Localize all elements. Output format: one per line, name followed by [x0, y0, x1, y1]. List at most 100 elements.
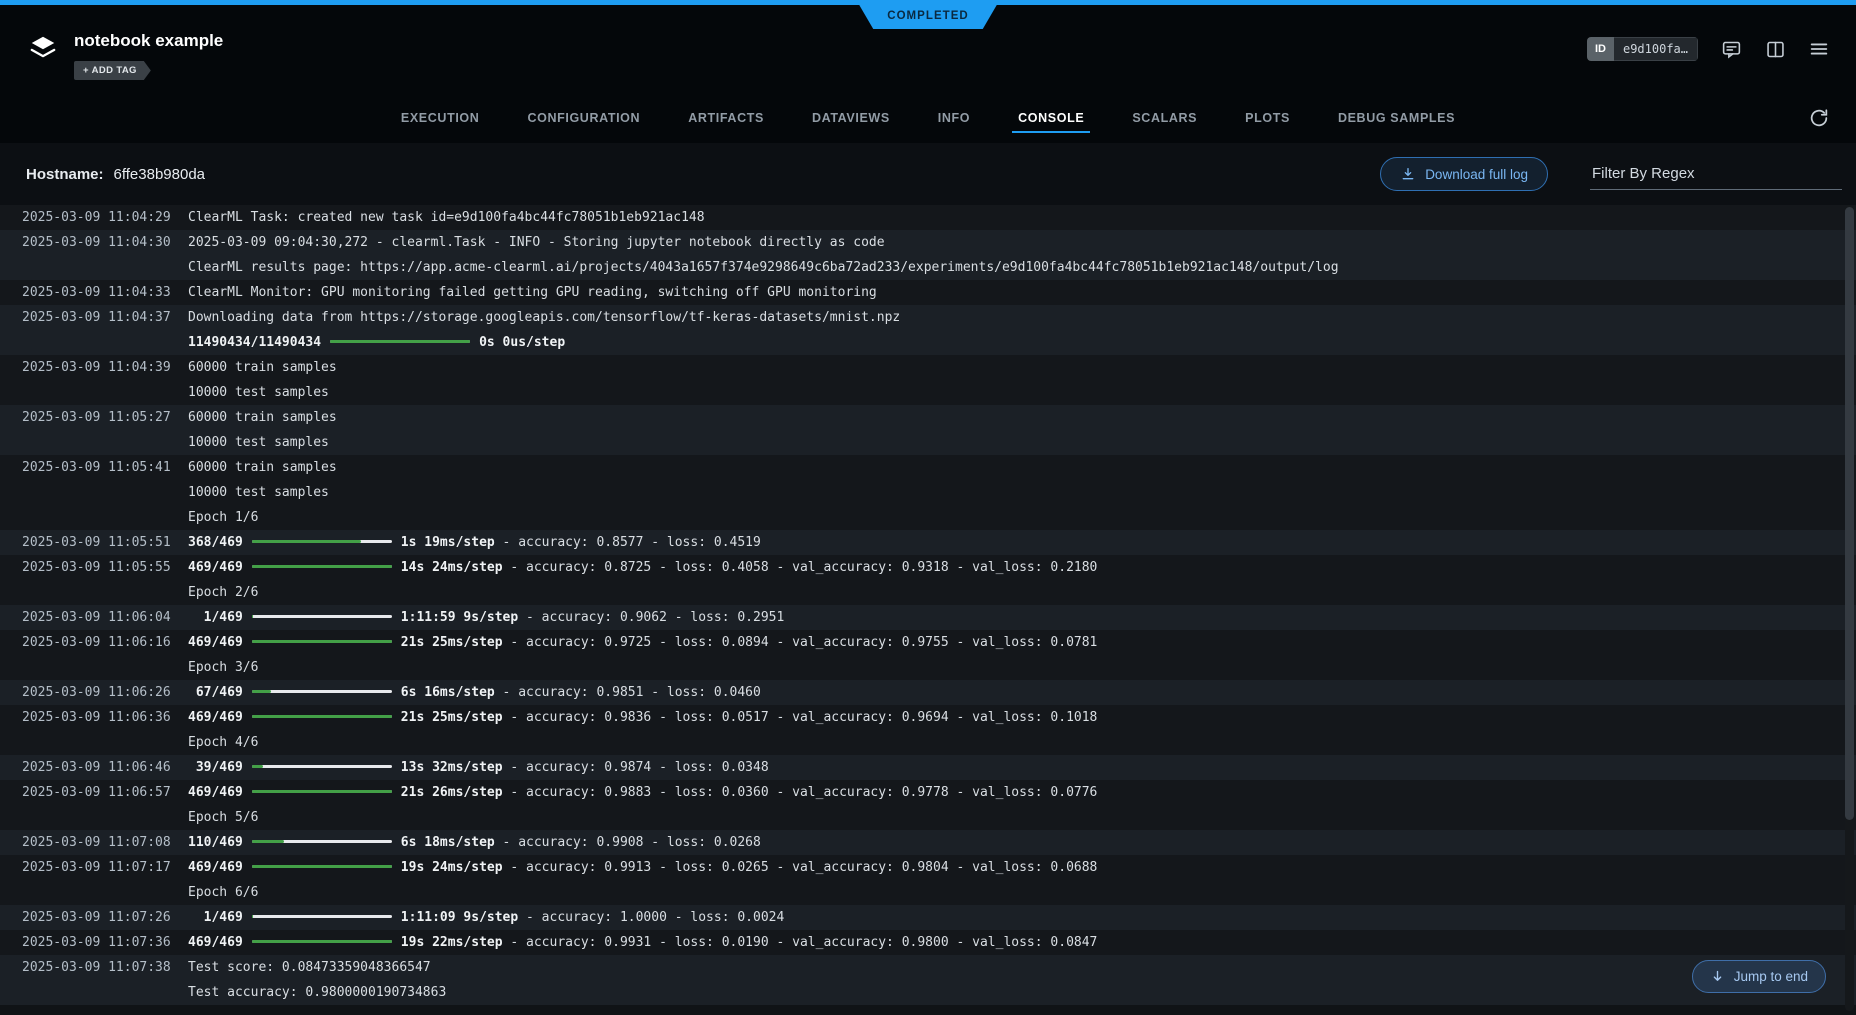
progress-bar-fill — [252, 940, 392, 943]
add-tag-button[interactable]: + ADD TAG — [74, 61, 151, 80]
tabs-bar: EXECUTION CONFIGURATION ARTIFACTS DATAVIEWS… — [0, 93, 1856, 143]
tab-dataviews[interactable]: DATAVIEWS — [810, 97, 892, 139]
header-left: notebook example + ADD TAG — [26, 31, 223, 80]
log-message: ClearML Monitor: GPU monitoring failed g… — [188, 280, 1856, 305]
log-entry: 2025-03-09 11:07:36469/46919s 22ms/step … — [0, 930, 1856, 955]
progress-bar — [330, 340, 470, 343]
log-timestamp — [0, 255, 188, 280]
progress-time: 13s 32ms/step — [401, 760, 503, 775]
progress-count: 1/469 — [188, 610, 243, 625]
log-table: 2025-03-09 11:04:29ClearML Task: created… — [0, 205, 1856, 1005]
progress-count: 469/469 — [188, 635, 243, 650]
log-entry: 2025-03-09 11:06:57469/46921s 26ms/step … — [0, 780, 1856, 830]
jump-to-end-button[interactable]: Jump to end — [1692, 960, 1826, 993]
log-message: 469/46919s 22ms/step - accuracy: 0.9931 … — [188, 930, 1856, 955]
tab-artifacts[interactable]: ARTIFACTS — [686, 97, 766, 139]
log-timestamp: 2025-03-09 11:06:26 — [0, 680, 188, 705]
log-entry: 2025-03-09 11:06:16469/46921s 25ms/step … — [0, 630, 1856, 680]
log-message: 10000 test samples — [188, 430, 1856, 455]
progress-bar-fill — [252, 565, 392, 568]
log-message: Epoch 2/6 — [188, 580, 1856, 605]
auto-refresh-icon[interactable] — [1808, 107, 1830, 129]
log-entry: 2025-03-09 11:04:33ClearML Monitor: GPU … — [0, 280, 1856, 305]
log-row: Epoch 5/6 — [0, 805, 1856, 830]
log-row: 2025-03-09 11:04:302025-03-09 09:04:30,2… — [0, 230, 1856, 255]
log-entry: 2025-03-09 11:07:08110/4696s 18ms/step -… — [0, 830, 1856, 855]
clearml-logo-icon — [26, 33, 60, 63]
scrollbar-thumb[interactable] — [1845, 207, 1854, 820]
progress-count: 469/469 — [188, 860, 243, 875]
status-badge: COMPLETED — [859, 5, 997, 29]
progress-metrics: - accuracy: 0.9883 - loss: 0.0360 - val_… — [503, 785, 1098, 800]
log-message: Epoch 1/6 — [188, 505, 1856, 530]
progress-metrics: - accuracy: 0.9874 - loss: 0.0348 — [503, 760, 769, 775]
progress-bar-fill — [252, 540, 361, 543]
progress-bar — [252, 565, 392, 568]
progress-time: 1:11:09 9s/step — [401, 910, 518, 925]
log-row: Epoch 2/6 — [0, 580, 1856, 605]
log-entry: 2025-03-09 11:06:26 67/4696s 16ms/step -… — [0, 680, 1856, 705]
progress-bar — [252, 865, 392, 868]
log-message: ClearML Task: created new task id=e9d100… — [188, 205, 1856, 230]
tab-bar: EXECUTION CONFIGURATION ARTIFACTS DATAVIEWS… — [399, 97, 1457, 139]
progress-bar — [252, 765, 392, 768]
log-row: 2025-03-09 11:06:16469/46921s 25ms/step … — [0, 630, 1856, 655]
log-row: 2025-03-09 11:07:26 1/4691:11:09 9s/step… — [0, 905, 1856, 930]
feedback-icon[interactable] — [1720, 38, 1742, 60]
progress-bar-fill — [252, 640, 392, 643]
log-row: 2025-03-09 11:07:36469/46919s 22ms/step … — [0, 930, 1856, 955]
log-timestamp: 2025-03-09 11:07:36 — [0, 930, 188, 955]
log-message: 60000 train samples — [188, 355, 1856, 380]
log-message: 60000 train samples — [188, 405, 1856, 430]
progress-time: 19s 24ms/step — [401, 860, 503, 875]
tab-scalars[interactable]: SCALARS — [1130, 97, 1199, 139]
progress-time: 6s 16ms/step — [401, 685, 495, 700]
tab-configuration[interactable]: CONFIGURATION — [525, 97, 642, 139]
log-message: 469/469 19s 24ms/step - accuracy: 0.9913 … — [188, 855, 1856, 880]
log-row: 2025-03-09 11:05:4160000 train samples — [0, 455, 1856, 480]
tab-debug-samples[interactable]: DEBUG SAMPLES — [1336, 97, 1457, 139]
id-label: ID — [1587, 37, 1614, 61]
progress-metrics: - accuracy: 0.8577 - loss: 0.4519 — [495, 535, 761, 550]
log-message: ClearML results page: https://app.acme-c… — [188, 255, 1856, 280]
progress-metrics: - accuracy: 0.9913 - loss: 0.0265 - val_… — [503, 860, 1098, 875]
progress-bar — [252, 640, 392, 643]
progress-metrics: - accuracy: 0.9725 - loss: 0.0894 - val_… — [503, 635, 1098, 650]
log-entry: 2025-03-09 11:04:302025-03-09 09:04:30,2… — [0, 230, 1856, 280]
log-row: 2025-03-09 11:06:46 39/46913s 32ms/step … — [0, 755, 1856, 780]
log-row: 11490434/114904340s 0us/step — [0, 330, 1856, 355]
log-entry: 2025-03-09 11:07:38Test score: 0.0847335… — [0, 955, 1856, 1005]
compare-icon[interactable] — [1764, 38, 1786, 60]
log-row: 2025-03-09 11:07:38Test score: 0.0847335… — [0, 955, 1856, 980]
log-row: Epoch 4/6 — [0, 730, 1856, 755]
log-message: 10000 test samples — [188, 480, 1856, 505]
progress-metrics: - accuracy: 0.9851 - loss: 0.0460 — [495, 685, 761, 700]
log-timestamp — [0, 880, 188, 905]
log-message: Test accuracy: 0.9800000190734863 — [188, 980, 1856, 1005]
tab-plots[interactable]: PLOTS — [1243, 97, 1292, 139]
log-timestamp — [0, 805, 188, 830]
log-timestamp: 2025-03-09 11:05:55 — [0, 555, 188, 580]
log-timestamp: 2025-03-09 11:06:16 — [0, 630, 188, 655]
task-id-chip[interactable]: ID e9d100fa… — [1587, 37, 1698, 61]
progress-time: 21s 25ms/step — [401, 710, 503, 725]
log-message: 1/4691:11:59 9s/step - accuracy: 0.9062 … — [188, 605, 1856, 630]
download-full-log-button[interactable]: Download full log — [1380, 157, 1548, 191]
log-entry: 2025-03-09 11:04:37Downloading data from… — [0, 305, 1856, 355]
progress-time: 0s 0us/step — [479, 335, 565, 350]
tab-info[interactable]: INFO — [936, 97, 972, 139]
log-entry: 2025-03-09 11:04:3960000 train samples10… — [0, 355, 1856, 405]
log-message: 368/4691s 19ms/step - accuracy: 0.8577 -… — [188, 530, 1856, 555]
log-timestamp: 2025-03-09 11:04:37 — [0, 305, 188, 330]
log-timestamp: 2025-03-09 11:06:04 — [0, 605, 188, 630]
log-message: 11490434/114904340s 0us/step — [188, 330, 1856, 355]
log-timestamp — [0, 505, 188, 530]
log-message: Epoch 6/6 — [188, 880, 1856, 905]
log-row: Epoch 3/6 — [0, 655, 1856, 680]
tab-console[interactable]: CONSOLE — [1016, 97, 1086, 139]
tab-execution[interactable]: EXECUTION — [399, 97, 482, 139]
menu-icon[interactable] — [1808, 38, 1830, 60]
progress-bar — [252, 915, 392, 918]
log-timestamp: 2025-03-09 11:05:51 — [0, 530, 188, 555]
filter-regex-input[interactable] — [1590, 158, 1842, 190]
